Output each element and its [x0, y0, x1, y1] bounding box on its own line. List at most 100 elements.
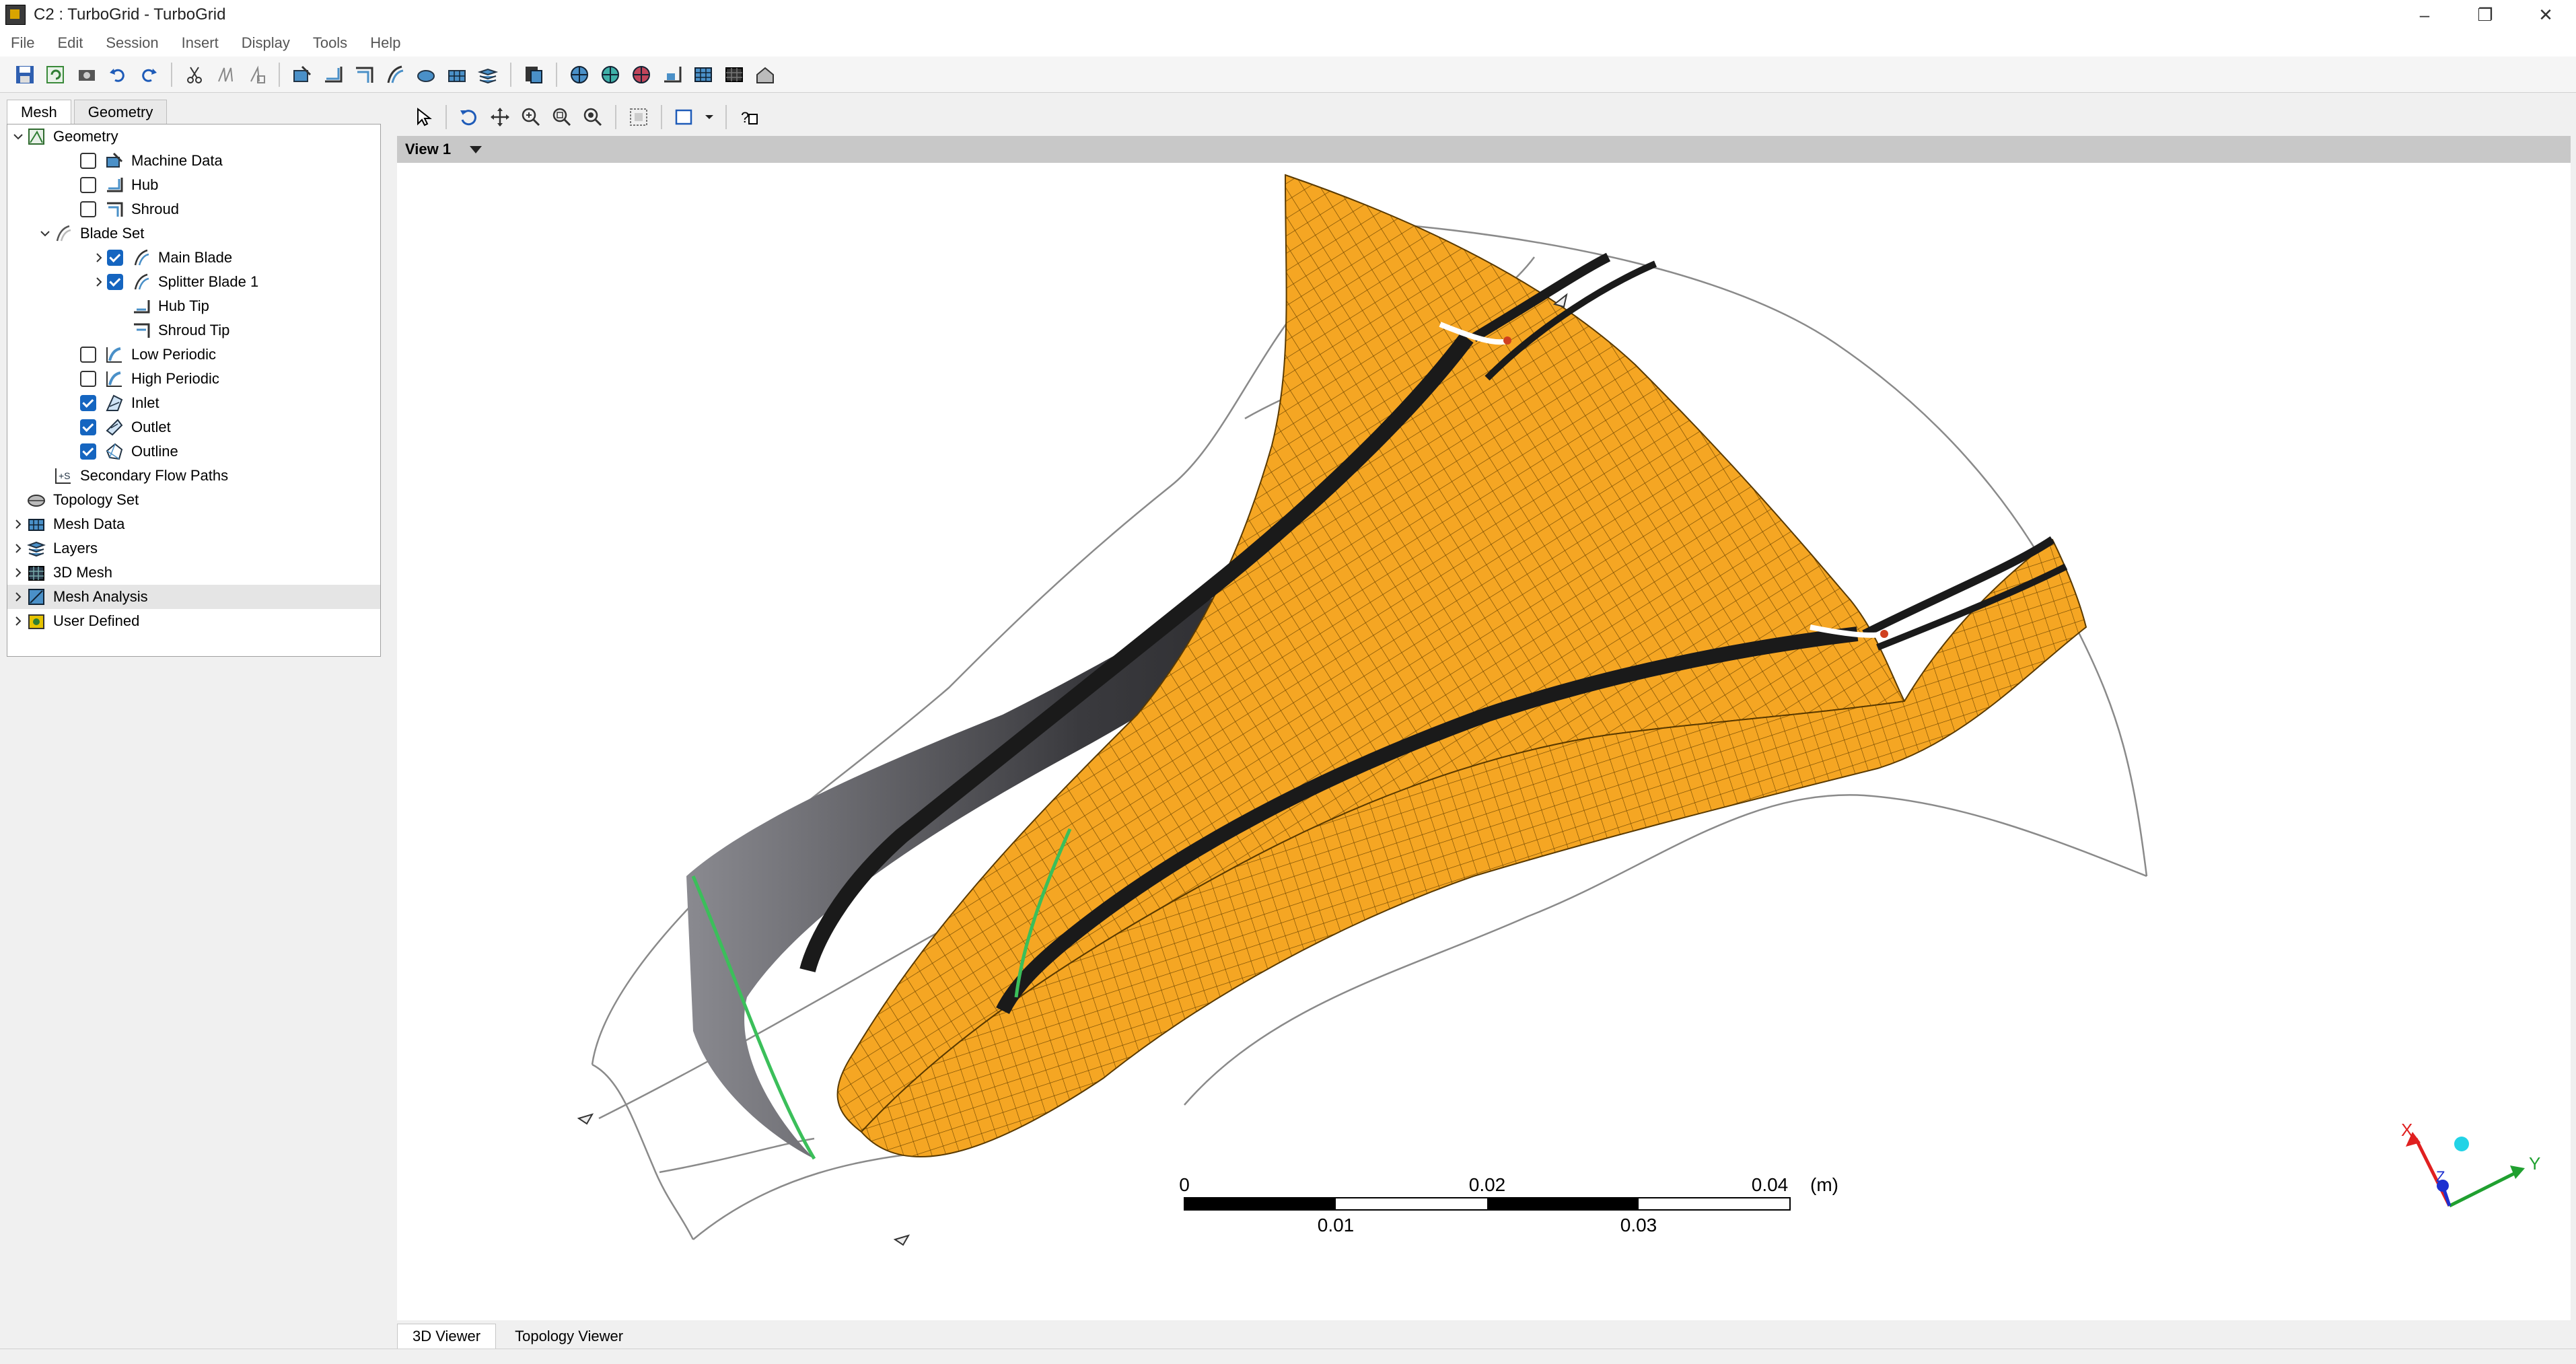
tree-item-outline[interactable]: Outline	[7, 439, 380, 464]
display-mode-icon[interactable]	[672, 104, 697, 130]
view-selector[interactable]: View 1	[397, 136, 2571, 163]
visibility-checkbox[interactable]	[80, 395, 96, 411]
visibility-checkbox[interactable]	[80, 201, 96, 217]
tree-item-shroud[interactable]: Shroud	[7, 197, 380, 221]
mesh-data-tool-icon[interactable]	[444, 62, 470, 87]
tab-topology-viewer[interactable]: Topology Viewer	[500, 1324, 638, 1349]
mesh-3d-tool-icon[interactable]	[521, 62, 546, 87]
save-icon[interactable]	[12, 62, 38, 87]
close-button[interactable]: ✕	[2515, 0, 2576, 30]
rotate-icon[interactable]	[456, 104, 482, 130]
chevron-right-icon[interactable]	[10, 516, 26, 532]
tree-item-outlet[interactable]: Outlet	[7, 415, 380, 439]
chevron-down-icon[interactable]	[37, 225, 53, 242]
redo-icon[interactable]	[136, 62, 162, 87]
fit-view-icon[interactable]	[580, 104, 606, 130]
chevron-down-icon[interactable]	[10, 129, 26, 145]
machine-data-tool-icon[interactable]	[289, 62, 315, 87]
tab-3d-viewer[interactable]: 3D Viewer	[397, 1324, 497, 1349]
tree-item-inlet[interactable]: Inlet	[7, 391, 380, 415]
undo-icon[interactable]	[105, 62, 131, 87]
chevron-down-icon[interactable]	[703, 104, 716, 130]
scissors-icon[interactable]	[182, 62, 207, 87]
select-pointer-icon[interactable]	[410, 104, 436, 130]
tree-item-label: Inlet	[131, 394, 159, 411]
query-icon[interactable]: ?	[736, 104, 762, 130]
menu-session[interactable]: Session	[106, 34, 158, 52]
tree-item-hub[interactable]: Hub	[7, 173, 380, 197]
tree-item-blade-set[interactable]: Blade Set	[7, 221, 380, 246]
menu-help[interactable]: Help	[370, 34, 400, 52]
outline-icon	[104, 441, 124, 462]
view-dropdown-icon[interactable]	[470, 145, 482, 153]
chevron-right-icon[interactable]	[10, 589, 26, 605]
grid-dark-tool-icon[interactable]	[721, 62, 747, 87]
view-axis-x-icon[interactable]	[567, 62, 592, 87]
visibility-checkbox[interactable]	[107, 250, 123, 266]
axis-marker	[893, 1234, 910, 1246]
visibility-checkbox[interactable]	[80, 347, 96, 363]
pan-icon[interactable]	[487, 104, 513, 130]
menu-edit[interactable]: Edit	[57, 34, 83, 52]
tab-mesh[interactable]: Mesh	[7, 100, 71, 124]
visibility-checkbox[interactable]	[80, 443, 96, 460]
tree-item-high-periodic[interactable]: High Periodic	[7, 367, 380, 391]
hub-tool-icon[interactable]	[320, 62, 346, 87]
tree-item-topology-set[interactable]: Topology Set	[7, 488, 380, 512]
refresh-icon[interactable]	[43, 62, 69, 87]
chevron-right-icon[interactable]	[10, 540, 26, 557]
chevron-right-icon[interactable]	[10, 613, 26, 629]
window-controls: – ❐ ✕	[2394, 0, 2576, 30]
visibility-checkbox[interactable]	[80, 419, 96, 435]
zoom-icon[interactable]	[518, 104, 544, 130]
tree-item-mesh-analysis[interactable]: Mesh Analysis	[7, 585, 380, 609]
grid-tool-icon[interactable]	[690, 62, 716, 87]
tree-item-3d-mesh[interactable]: 3D Mesh	[7, 561, 380, 585]
chevron-right-icon[interactable]	[91, 250, 107, 266]
visibility-checkbox[interactable]	[107, 274, 123, 290]
visibility-checkbox[interactable]	[80, 177, 96, 193]
chevron-right-icon[interactable]	[91, 274, 107, 290]
menu-insert[interactable]: Insert	[182, 34, 219, 52]
svg-text:?: ?	[741, 109, 749, 126]
minimize-button[interactable]: –	[2394, 0, 2455, 30]
copy-icon[interactable]	[213, 62, 238, 87]
visibility-checkbox[interactable]	[80, 153, 96, 169]
zoom-box-icon[interactable]	[549, 104, 575, 130]
menu-file[interactable]: File	[11, 34, 34, 52]
tree-item-label: Low Periodic	[131, 346, 216, 363]
view-axis-y-icon[interactable]	[598, 62, 623, 87]
house-icon[interactable]	[752, 62, 778, 87]
status-bar	[0, 1349, 2576, 1364]
toolbar-separator	[171, 62, 172, 87]
viewport-layout-icon[interactable]	[626, 104, 651, 130]
tree-item-layers[interactable]: Layers	[7, 536, 380, 561]
blade-tool-icon[interactable]	[382, 62, 408, 87]
tree-item-low-periodic[interactable]: Low Periodic	[7, 343, 380, 367]
mesh-analysis-tool-icon[interactable]	[659, 62, 685, 87]
shroud-tool-icon[interactable]	[351, 62, 377, 87]
menu-display[interactable]: Display	[242, 34, 290, 52]
tree-item-user-defined[interactable]: User Defined	[7, 609, 380, 633]
view-axis-z-icon[interactable]	[629, 62, 654, 87]
chevron-right-icon[interactable]	[10, 565, 26, 581]
tree-item-machine-data[interactable]: Machine Data	[7, 149, 380, 173]
topology-tool-icon[interactable]	[413, 62, 439, 87]
paste-icon[interactable]	[244, 62, 269, 87]
tree-item-main-blade[interactable]: Main Blade	[7, 246, 380, 270]
tree-item-hub-tip[interactable]: Hub Tip	[7, 294, 380, 318]
tab-geometry[interactable]: Geometry	[73, 100, 168, 124]
blade-icon	[131, 248, 151, 268]
visibility-checkbox[interactable]	[80, 371, 96, 387]
tree-item-shroud-tip[interactable]: Shroud Tip	[7, 318, 380, 343]
layers-tool-icon[interactable]	[475, 62, 501, 87]
restore-button[interactable]: ❐	[2455, 0, 2515, 30]
tree-item-geometry[interactable]: Geometry	[7, 124, 380, 149]
menu-tools[interactable]: Tools	[313, 34, 347, 52]
3d-scene[interactable]: 0 0.02 0.04 (m) 0.01 0.03 X Y Z	[397, 163, 2571, 1320]
screenshot-icon[interactable]	[74, 62, 100, 87]
tree-item-secondary-flow-paths[interactable]: +S Secondary Flow Paths	[7, 464, 380, 488]
tree-item-mesh-data[interactable]: Mesh Data	[7, 512, 380, 536]
tree-item-splitter-blade-1[interactable]: Splitter Blade 1	[7, 270, 380, 294]
3d-viewport[interactable]: 0 0.02 0.04 (m) 0.01 0.03 X Y Z	[397, 163, 2571, 1320]
